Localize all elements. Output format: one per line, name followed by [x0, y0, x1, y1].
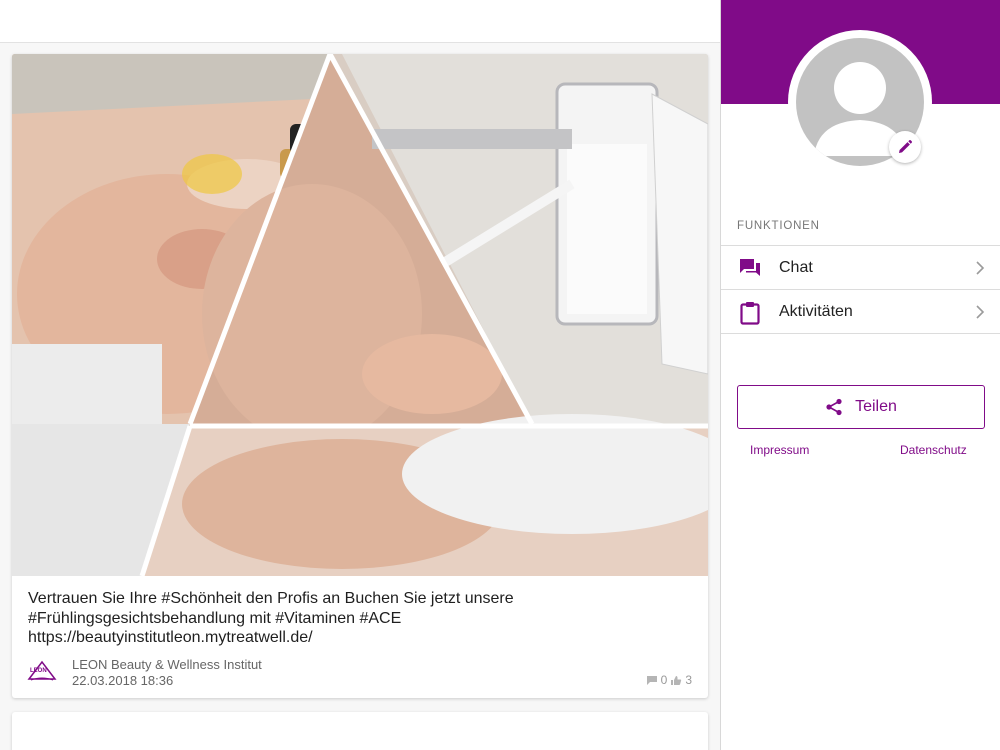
sidebar-item-label: Aktivitäten — [779, 303, 853, 320]
next-post-card[interactable] — [12, 712, 708, 750]
sidebar-item-aktivitaeten[interactable]: Aktivitäten — [721, 289, 1000, 333]
chat-icon — [738, 257, 762, 284]
menu-divider — [721, 333, 1000, 334]
post-text: Vertrauen Sie Ihre #Schönheit den Profis… — [28, 589, 698, 648]
pencil-icon — [899, 140, 912, 153]
post-photo-collage — [12, 54, 708, 576]
author-name[interactable]: LEON Beauty & Wellness Institut — [72, 657, 262, 672]
post-text-line: Vertrauen Sie Ihre #Schönheit den Profis… — [28, 590, 514, 607]
post-date: 22.03.2018 18:36 — [72, 673, 174, 688]
share-button[interactable]: Teilen — [737, 385, 985, 429]
comment-icon — [646, 675, 657, 685]
edit-avatar-button[interactable] — [889, 131, 921, 163]
feed: Vertrauen Sie Ihre #Schönheit den Profis… — [0, 0, 720, 750]
like-icon[interactable] — [670, 675, 682, 686]
post-image[interactable] — [12, 54, 708, 576]
sidebar-item-chat[interactable]: Chat — [721, 245, 1000, 289]
chevron-right-icon — [975, 260, 985, 281]
chevron-right-icon — [975, 304, 985, 325]
author-logo[interactable]: LEON — [27, 659, 57, 683]
post-text-line: #Frühlingsgesichtsbehandlung mit #Vitami… — [28, 609, 402, 627]
share-label: Teilen — [855, 398, 897, 415]
comment-count: 0 — [660, 673, 668, 687]
profile-sidebar: FUNKTIONEN Chat Aktivitäten Teilen Impre… — [720, 0, 1000, 750]
datenschutz-link[interactable]: Datenschutz — [900, 443, 967, 457]
post-stats: 0 3 — [646, 673, 692, 687]
section-label-funktionen: FUNKTIONEN — [737, 220, 820, 232]
logo-text: LEON — [30, 668, 47, 674]
like-count: 3 — [685, 673, 692, 687]
sidebar-item-label: Chat — [779, 259, 813, 276]
leon-logo-icon: LEON — [27, 660, 57, 681]
feed-top-bar — [0, 0, 720, 43]
post-card[interactable]: Vertrauen Sie Ihre #Schönheit den Profis… — [12, 54, 708, 698]
impressum-link[interactable]: Impressum — [750, 443, 809, 457]
share-icon — [826, 398, 842, 416]
clipboard-icon — [738, 301, 762, 330]
post-link[interactable]: https://beautyinstitutleon.mytreatwell.d… — [28, 628, 698, 648]
